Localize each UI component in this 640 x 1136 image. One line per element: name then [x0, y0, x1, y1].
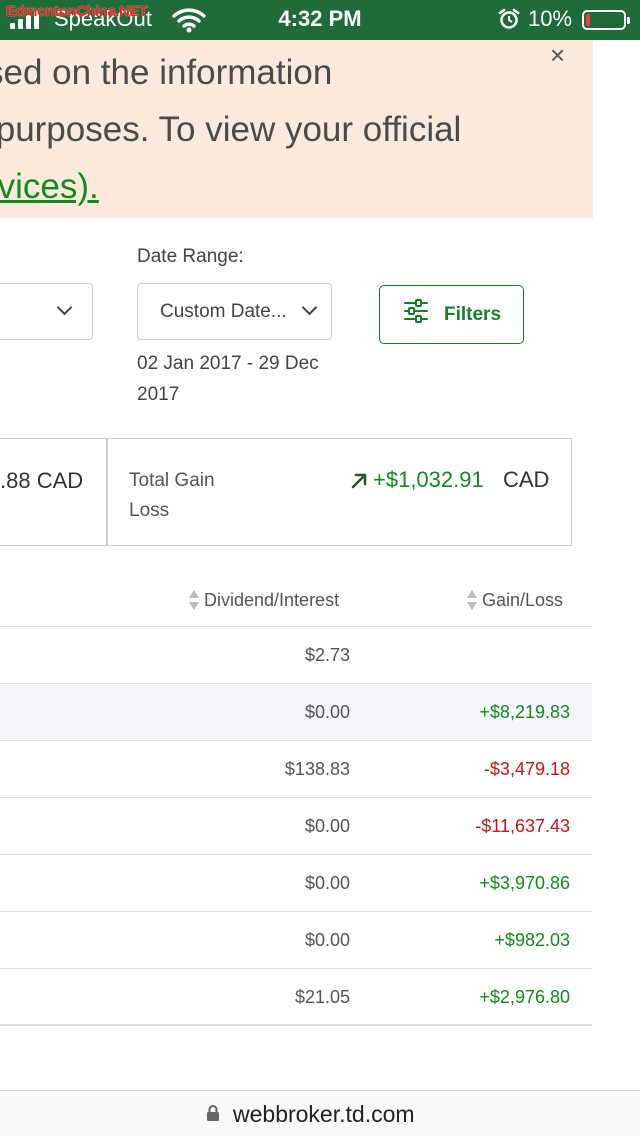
alarm-clock-icon: [498, 8, 520, 29]
info-banner: sed on the information purposes. To view…: [0, 40, 593, 218]
table-bottom-border: [0, 1024, 592, 1026]
status-bar: SpeakOut EdmontonChina.NET 4:32 PM 10%: [0, 0, 640, 40]
dividend-cell: $0.00: [304, 930, 350, 950]
table-row[interactable]: $0.00 +$982.03: [0, 911, 592, 968]
arrow-up-right-icon: [351, 473, 367, 489]
chevron-down-icon: [56, 299, 73, 316]
banner-message: sed on the information purposes. To view…: [0, 44, 546, 215]
gain-loss-cell: -$3,479.18: [483, 759, 570, 779]
gain-loss-cell: +$982.03: [494, 930, 570, 950]
table-row[interactable]: $0.00 -$11,637.43: [0, 797, 592, 854]
dividend-cell: $2.73: [304, 645, 350, 665]
date-range-selected-value: Custom Date...: [160, 301, 287, 322]
filters-button[interactable]: Filters: [379, 285, 524, 344]
summary-divider: [106, 438, 108, 546]
gain-loss-cell: +$3,970.86: [479, 873, 570, 893]
column-header-dividend[interactable]: Dividend/Interest: [188, 590, 339, 612]
battery-level: [586, 14, 590, 26]
url-text: webbroker.td.com: [233, 1101, 415, 1127]
date-range-label: Date Range:: [137, 246, 244, 267]
battery-percent: 10%: [528, 6, 573, 31]
column-header-gain-loss-label: Gain/Loss: [482, 590, 564, 610]
banner-line-2: purposes. To view your official: [0, 110, 462, 149]
dividend-cell: $0.00: [304, 702, 350, 722]
lock-icon: [207, 1105, 219, 1121]
sort-icon: [467, 590, 477, 611]
table-row[interactable]: $0.00 +$8,219.83: [0, 683, 592, 740]
table-row[interactable]: $0.00 +$3,970.86: [0, 854, 592, 911]
chevron-down-icon: [301, 299, 318, 316]
sliders-icon: [404, 299, 428, 323]
banner-line-1: sed on the information: [0, 53, 333, 92]
dividend-cell: $0.00: [304, 873, 350, 893]
date-range-text: 02 Jan 2017 - 29 Dec 2017: [137, 353, 319, 405]
close-icon[interactable]: ×: [550, 40, 565, 71]
total-gain-loss-value: +$1,032.91: [373, 467, 484, 492]
dividend-cell: $138.83: [284, 759, 350, 779]
total-gain-loss-currency: CAD: [503, 467, 550, 492]
column-header-dividend-label: Dividend/Interest: [204, 590, 340, 610]
dividend-cell: $21.05: [294, 987, 350, 1007]
table-row[interactable]: $21.05 +$2,976.80: [0, 968, 592, 1025]
account-select[interactable]: [0, 283, 93, 340]
table-row[interactable]: $2.73: [0, 626, 592, 683]
summary-card: [0, 438, 572, 546]
summary-partial-amount: .88 CAD: [0, 468, 84, 493]
filters-button-label: Filters: [444, 304, 502, 325]
browser-url-bar[interactable]: webbroker.td.com: [0, 1090, 640, 1136]
total-gain-loss-label: Total Gain Loss: [129, 470, 215, 521]
gain-loss-cell: -$11,637.43: [475, 816, 570, 836]
battery-icon: [582, 10, 630, 30]
dividend-cell: $0.00: [304, 816, 350, 836]
gain-loss-cell: +$2,976.80: [479, 987, 570, 1007]
date-range-select[interactable]: Custom Date...: [137, 283, 332, 340]
table-row[interactable]: $138.83 -$3,479.18: [0, 740, 592, 797]
gain-loss-cell: +$8,219.83: [479, 702, 570, 722]
sort-icon: [189, 590, 199, 611]
column-header-gain-loss[interactable]: Gain/Loss: [466, 590, 563, 612]
banner-services-link[interactable]: rvices).: [0, 167, 99, 206]
